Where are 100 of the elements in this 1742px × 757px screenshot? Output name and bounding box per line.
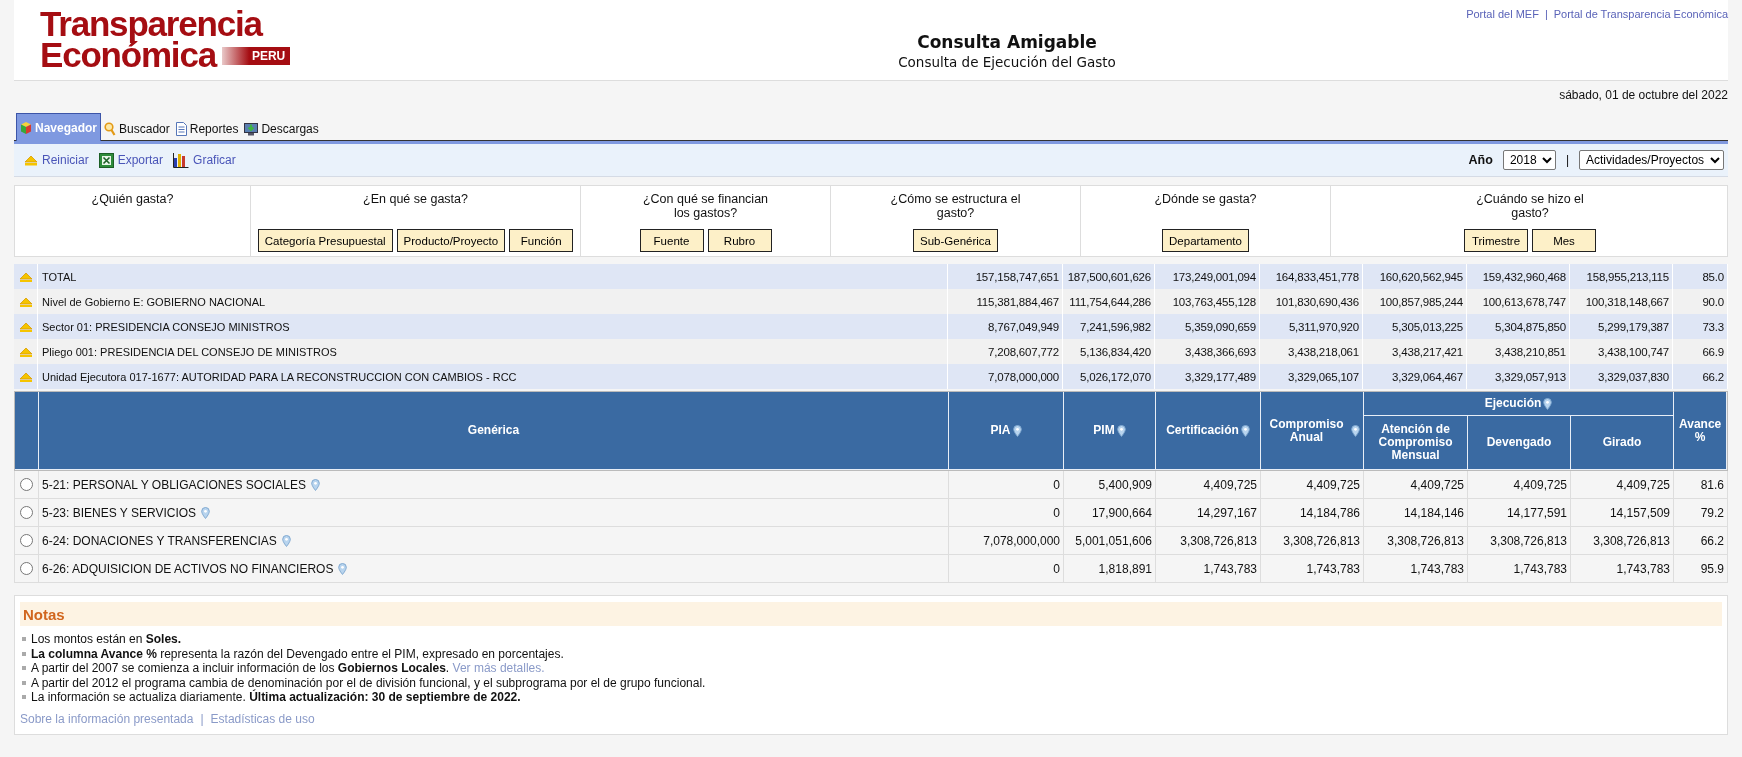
link-separator: | [200,711,204,726]
bullet-icon [22,695,26,700]
pin-icon[interactable] [1240,424,1250,437]
column-title: PIA [990,424,1011,437]
page-title: Consulta Amigable [917,32,1097,52]
table-cell: 3,329,037,830 [1570,364,1673,389]
notes-title: Notas [23,605,65,623]
collapse-icon [24,154,38,166]
table-cell: 17,900,664 [1064,499,1156,526]
spreadsheet-icon [98,152,114,168]
table-cell: 3,329,177,489 [1155,364,1260,389]
note-text: A partir del 2007 se comienza a incluir información de los Gobiernos Locales. Ver más detalles. [31,661,545,676]
document-icon [175,121,187,136]
dimension-button[interactable]: Función [509,229,574,252]
radio-button[interactable] [20,478,33,491]
link-separator: | [1544,8,1548,20]
tab[interactable]: Descargas [241,116,322,141]
table-cell: 95.9 [1674,555,1728,582]
table-cell: 14,177,591 [1468,499,1571,526]
bullet-icon [22,666,26,671]
pin-icon[interactable] [1351,424,1360,437]
row-label[interactable]: 5-21: PERSONAL Y OBLIGACIONES SOCIALES [42,477,306,492]
question-label: ¿Cuándo se hizo el gasto? [1475,192,1585,220]
row-label[interactable]: 5-23: BIENES Y SERVICIOS [42,505,197,520]
tab[interactable]: Buscador [101,116,173,141]
table-cell: 1,743,783 [1571,555,1674,582]
radio-button[interactable] [20,506,33,519]
dimension-button[interactable]: Departamento [1162,229,1249,252]
table-cell: 1,743,783 [1364,555,1468,582]
table-cell: 14,184,786 [1261,499,1364,526]
column-title: Compromiso Anual [1268,417,1345,444]
table-cell: 4,409,725 [1364,471,1468,498]
dimension-button[interactable]: Rubro [707,229,772,252]
toolbar-button[interactable]: Graficar [173,152,236,168]
table-cell: 4,409,725 [1156,471,1261,498]
table-cell: 7,078,000,000 [948,364,1063,389]
row-label[interactable]: 6-24: DONACIONES Y TRANSFERENCIAS [42,533,277,548]
radio-button[interactable] [20,534,33,547]
tab[interactable]: Reportes [172,116,242,141]
table-cell: 3,329,064,467 [1363,364,1467,389]
note-text: La información se actualiza diariamente. Última actualización: 30 de septiembre de 2022. [31,690,521,705]
radio-button[interactable] [20,562,33,575]
table-cell: 7,078,000,000 [949,527,1064,554]
table-cell: 0 [949,499,1064,526]
current-date: sábado, 01 de octubre del 2022 [1559,89,1728,101]
monitor-icon [244,121,259,136]
table-cell: 3,308,726,813 [1364,527,1468,554]
bullet-icon [22,651,26,656]
header-link[interactable]: Portal de Transparencia Económica [1553,8,1728,20]
table-cell: 81.6 [1674,471,1728,498]
dimension-button[interactable]: Trimestre [1464,229,1528,252]
table-cell: 66.2 [1674,527,1728,554]
table-cell: 79.2 [1674,499,1728,526]
column-header[interactable]: Girado [1571,416,1674,470]
table-cell: 3,329,065,107 [1260,364,1363,389]
question-label: ¿En qué se gasta? [363,192,468,206]
year-select[interactable]: 2018 [1502,150,1556,170]
table-cell: 5,001,051,606 [1064,527,1156,554]
year-label: Año [1468,153,1493,167]
pin-icon[interactable] [1116,424,1126,437]
table-cell: 66.2 [1673,364,1728,389]
dimension-button[interactable]: Fuente [639,229,704,252]
column-header[interactable]: Atención de Compromiso Mensual [1364,416,1468,470]
column-title: Ejecución [1484,397,1542,410]
note-text: La columna Avance % representa la razón del Devengado entre el PIM, expresado en porcentajes. [31,646,564,661]
row-label[interactable]: 6-26: ADQUISICION DE ACTIVOS NO FINANCIEROS [42,561,334,576]
dimension-button[interactable]: Sub-Genérica [913,229,998,252]
table-cell: 14,184,146 [1364,499,1468,526]
bullet-icon [22,637,26,642]
table-cell: 3,308,726,813 [1261,527,1364,554]
question-label: ¿Cómo se estructura el gasto? [889,192,1022,220]
view-select[interactable]: Actividades/Proyectos [1579,150,1724,170]
pin-icon[interactable] [1012,424,1022,437]
table-cell: 1,818,891 [1064,555,1156,582]
toolbar-button[interactable]: Reiniciar [24,153,89,167]
bullet-icon [22,680,26,685]
dimension-button[interactable]: Producto/Proyecto [396,229,506,252]
table-cell: 5,026,172,070 [1063,364,1155,389]
table-cell: 4,409,725 [1261,471,1364,498]
select-separator: | [1565,153,1569,167]
table-cell: 1,743,783 [1261,555,1364,582]
question-label: ¿Quién gasta? [91,192,174,206]
summary-label: Unidad Ejecutora 017-1677: AUTORIDAD PARA LA RECONSTRUCCION CON CAMBIOS - RCC [38,364,948,389]
question-label: ¿Con qué se financian los gastos? [641,192,770,220]
dimension-button[interactable]: Categoría Presupuestal [257,229,393,252]
dimension-button[interactable]: Mes [1532,229,1596,252]
table-cell: 0 [949,555,1064,582]
column-title: PIM [1093,424,1115,437]
table-cell: 1,743,783 [1468,555,1571,582]
header-link[interactable]: Portal del MEF [1466,8,1539,20]
table-cell: 4,409,725 [1571,471,1674,498]
pin-icon[interactable] [1543,397,1553,410]
logo[interactable]: Transparencia Económica PERU [14,0,714,80]
column-header[interactable]: Devengado [1468,416,1571,470]
search-icon [104,121,117,136]
toolbar-button[interactable]: Exportar [98,152,164,168]
note-text: A partir del 2012 el programa cambia de denominación por el de división funcional, y el subprograma por el de grupo funcional. [31,675,706,690]
table-cell: 14,157,509 [1571,499,1674,526]
column-title: Avance % [1679,417,1721,444]
page-subtitle: Consulta de Ejecución del Gasto [898,54,1116,70]
